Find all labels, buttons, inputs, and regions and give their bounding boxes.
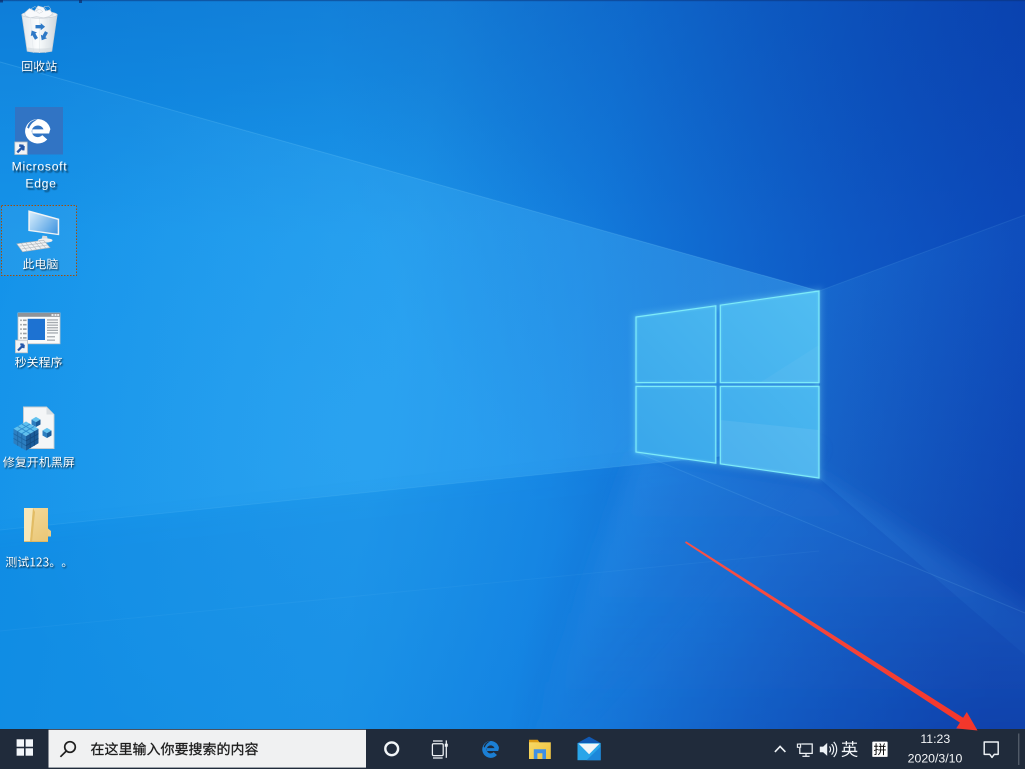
svg-text:2020/3/10: 2020/3/10 <box>908 751 963 765</box>
svg-text:11:23: 11:23 <box>920 732 950 746</box>
svg-text:Microsoft: Microsoft <box>12 160 68 174</box>
svg-text:Edge: Edge <box>25 177 56 191</box>
